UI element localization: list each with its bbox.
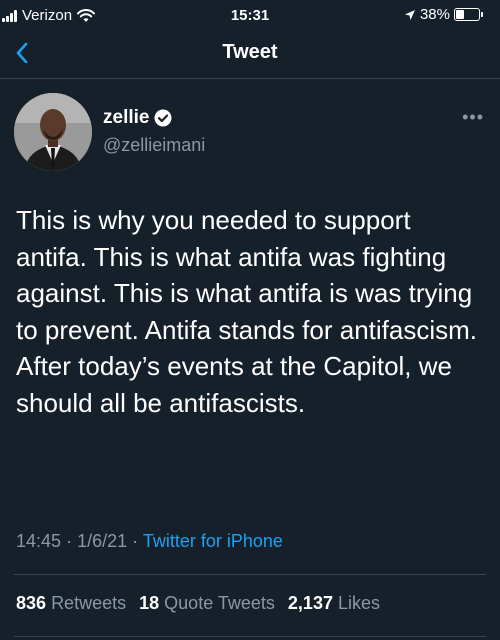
- location-arrow-icon: [404, 9, 415, 20]
- tweet-text: This is why you needed to support antifa…: [16, 205, 478, 418]
- retweets-stat[interactable]: 836 Retweets: [16, 593, 126, 613]
- status-bar: Verizon 15:31 38%: [0, 0, 500, 30]
- more-options-icon[interactable]: •••: [462, 107, 484, 128]
- tweet-meta: 14:45 · 1/6/21 · Twitter for iPhone: [16, 531, 283, 552]
- likes-label: Likes: [337, 593, 381, 613]
- status-right: 38%: [404, 6, 483, 23]
- quotes-label: Quote Tweets: [164, 593, 275, 613]
- likes-stat[interactable]: 2,137 Likes: [288, 593, 380, 613]
- battery-icon: [454, 8, 483, 21]
- quote-tweets-stat[interactable]: 18 Quote Tweets: [139, 593, 275, 613]
- nav-title: Tweet: [222, 41, 278, 63]
- author-handle[interactable]: @zellieimani: [103, 135, 205, 156]
- avatar-photo: [14, 93, 92, 171]
- retweets-count: 836: [16, 593, 47, 613]
- tweet-author: zellie @zellieimani •••: [14, 93, 486, 173]
- divider: [14, 574, 486, 575]
- retweets-label: Retweets: [51, 593, 127, 613]
- verified-badge-icon: [154, 109, 172, 127]
- tweet-time: 14:45: [16, 531, 62, 551]
- tweet-date: 1/6/21: [77, 531, 128, 551]
- author-name-row[interactable]: zellie: [103, 107, 172, 129]
- quotes-count: 18: [139, 593, 160, 613]
- likes-count: 2,137: [287, 593, 333, 613]
- battery-percent: 38%: [419, 6, 450, 23]
- meta-separator: ·: [132, 531, 139, 551]
- battery-fill: [456, 10, 464, 19]
- divider: [14, 636, 486, 637]
- tweet-stats: 836 Retweets 18 Quote Tweets 2,137 Likes: [16, 593, 388, 614]
- battery-cap: [481, 12, 483, 17]
- meta-separator: ·: [66, 531, 73, 551]
- avatar[interactable]: [14, 93, 92, 171]
- nav-bar: Tweet: [0, 30, 500, 79]
- author-display-name: zellie: [103, 107, 150, 128]
- tweet-source-link[interactable]: Twitter for iPhone: [143, 531, 283, 551]
